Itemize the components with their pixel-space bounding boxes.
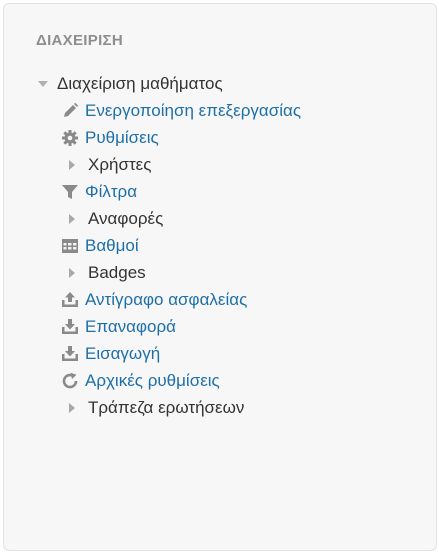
filter-icon <box>61 183 79 201</box>
administration-block: ΔΙΑΧΕΙΡΙΣΗ Διαχείριση μαθήματος Ενεργοπο… <box>3 3 437 551</box>
turn-editing-on-label: Ενεργοποίηση επεξεργασίας <box>85 100 302 120</box>
users-label: Χρήστες <box>88 154 152 174</box>
filters-link[interactable]: Φίλτρα <box>61 178 137 205</box>
restore-download-icon <box>61 318 79 336</box>
backup-upload-icon <box>61 291 79 309</box>
expand-arrow-icon[interactable] <box>66 266 78 280</box>
badges-node[interactable]: Badges <box>66 259 146 286</box>
reset-label: Αρχικές ρυθμίσεις <box>85 370 220 390</box>
settings-label: Ρυθμίσεις <box>85 127 159 147</box>
question-bank-label: Τράπεζα ερωτήσεων <box>88 397 245 417</box>
expand-arrow-icon[interactable] <box>66 401 78 415</box>
expand-arrow-icon[interactable] <box>66 158 78 172</box>
filters-label: Φίλτρα <box>85 181 138 201</box>
reports-node[interactable]: Αναφορές <box>66 205 163 232</box>
reset-icon <box>61 372 79 390</box>
import-link[interactable]: Εισαγωγή <box>61 340 160 367</box>
backup-label: Αντίγραφο ασφαλείας <box>85 289 248 309</box>
gear-icon <box>61 129 79 147</box>
question-bank-node[interactable]: Τράπεζα ερωτήσεων <box>66 394 244 421</box>
restore-link[interactable]: Επαναφορά <box>61 313 176 340</box>
course-administration-label: Διαχείριση μαθήματος <box>57 73 223 93</box>
course-administration-node[interactable]: Διαχείριση μαθήματος <box>37 70 223 97</box>
backup-link[interactable]: Αντίγραφο ασφαλείας <box>61 286 247 313</box>
block-title: ΔΙΑΧΕΙΡΙΣΗ <box>36 32 123 49</box>
import-download-icon <box>61 345 79 363</box>
grades-label: Βαθμοί <box>85 235 139 255</box>
grades-link[interactable]: Βαθμοί <box>61 232 139 259</box>
settings-link[interactable]: Ρυθμίσεις <box>61 124 159 151</box>
import-label: Εισαγωγή <box>85 343 161 363</box>
reset-link[interactable]: Αρχικές ρυθμίσεις <box>61 367 220 394</box>
users-node[interactable]: Χρήστες <box>66 151 151 178</box>
reports-label: Αναφορές <box>88 208 164 228</box>
collapse-arrow-icon[interactable] <box>37 77 49 91</box>
grades-table-icon <box>61 237 79 255</box>
badges-label: Badges <box>88 262 146 282</box>
expand-arrow-icon[interactable] <box>66 212 78 226</box>
restore-label: Επαναφορά <box>85 316 176 336</box>
turn-editing-on-link[interactable]: Ενεργοποίηση επεξεργασίας <box>61 97 301 124</box>
pencil-icon <box>61 102 79 120</box>
